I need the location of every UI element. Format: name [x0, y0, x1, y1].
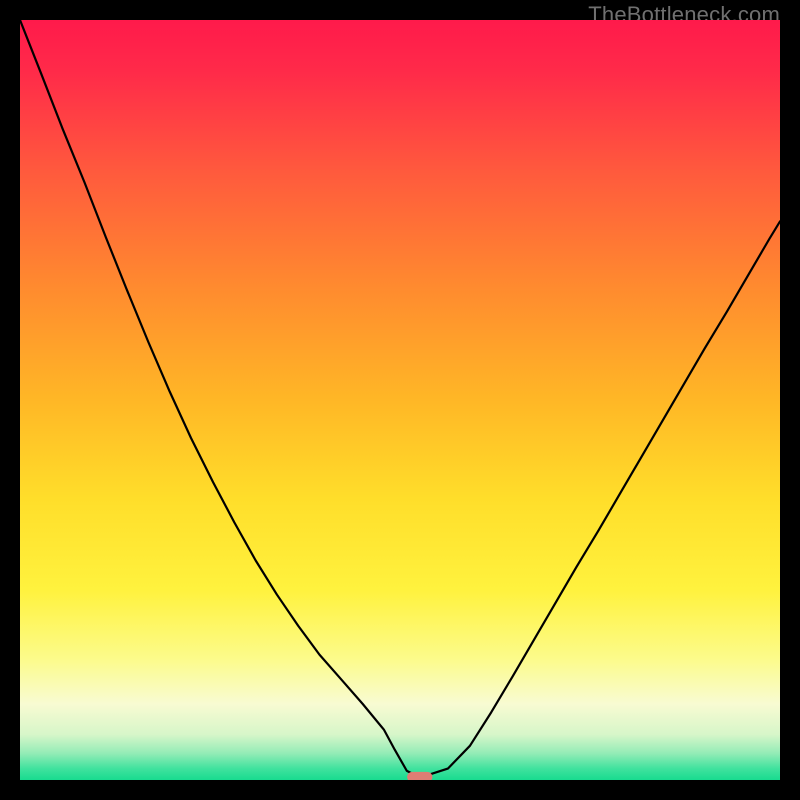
plot-area: [20, 20, 780, 780]
gradient-background: [20, 20, 780, 780]
chart-container: TheBottleneck.com: [0, 0, 800, 800]
optimal-marker: [408, 772, 432, 780]
bottleneck-chart: [20, 20, 780, 780]
